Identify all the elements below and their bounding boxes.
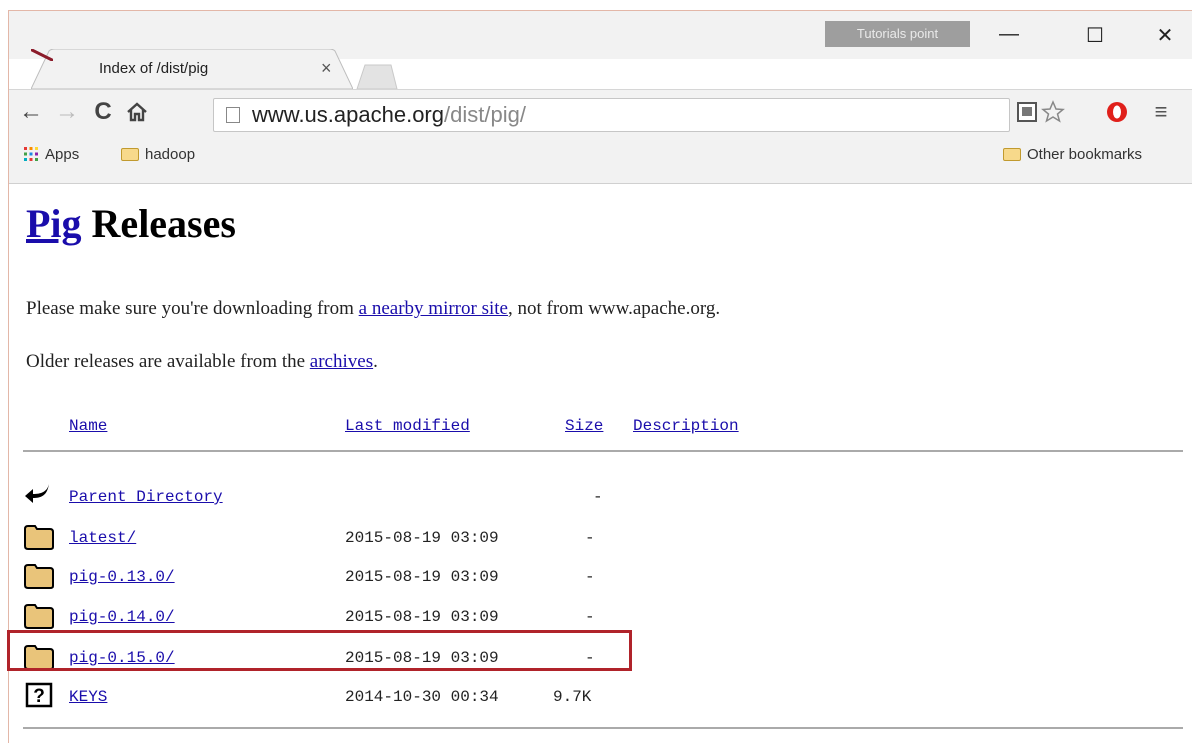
mirror-notice-text: Please make sure you're downloading from <box>26 298 359 319</box>
mirror-notice: Please make sure you're downloading from… <box>26 298 720 320</box>
latest-link[interactable]: latest/ <box>69 529 136 547</box>
page-icon <box>226 107 240 123</box>
column-modified-header[interactable]: Last modified <box>345 417 470 435</box>
opera-icon[interactable] <box>1103 98 1131 126</box>
apps-label: Apps <box>45 146 80 163</box>
column-size-header[interactable]: Size <box>565 417 603 435</box>
new-tab-button[interactable] <box>355 63 399 89</box>
url-text: www.us.apache.org/dist/pig/ <box>252 102 526 128</box>
menu-icon[interactable]: ≡ <box>1147 98 1175 126</box>
folder-icon <box>24 604 54 629</box>
folder-icon <box>1003 148 1021 161</box>
table-row: Parent Directory - <box>9 478 1192 516</box>
hadoop-bookmark[interactable]: hadoop <box>121 143 195 167</box>
mirror-notice-tail: , not from www.apache.org. <box>507 298 721 319</box>
folder-icon <box>24 564 54 589</box>
extension-icon[interactable] <box>1013 98 1041 126</box>
back-arrow-icon <box>25 484 49 503</box>
page-title: Pig Releases <box>26 200 236 247</box>
older-releases-period: . <box>373 351 378 372</box>
older-releases-notice: Older releases are available from the ar… <box>26 351 378 373</box>
tab-title: Index of /dist/pig <box>99 60 209 77</box>
close-window-button[interactable]: ✕ <box>1147 23 1183 47</box>
row-size: - <box>585 568 595 586</box>
other-bookmarks-label: Other bookmarks <box>1027 146 1143 163</box>
reload-icon[interactable]: C <box>89 98 117 126</box>
table-row: latest/ 2015-08-19 03:09 - <box>9 519 1192 557</box>
active-tab[interactable]: Index of /dist/pig × <box>31 49 353 89</box>
address-bar[interactable]: www.us.apache.org/dist/pig/ <box>213 98 1010 132</box>
hadoop-label: hadoop <box>145 146 196 163</box>
folder-icon <box>121 148 139 161</box>
pig-0-13-0-link[interactable]: pig-0.13.0/ <box>69 568 175 586</box>
row-date: 2014-10-30 00:34 <box>345 688 499 706</box>
row-date: 2015-08-19 03:09 <box>345 568 499 586</box>
minimize-button[interactable]: — <box>991 23 1027 47</box>
maximize-button[interactable]: ☐ <box>1077 23 1113 47</box>
row-size: - <box>593 488 603 506</box>
bookmarks-bar: Apps hadoop Other bookmarks <box>9 135 1192 184</box>
row-size: 9.7K <box>553 688 592 706</box>
keys-link[interactable]: KEYS <box>69 688 107 706</box>
apache-feather-icon <box>31 49 53 61</box>
row-date: 2015-08-19 03:09 <box>345 529 499 547</box>
column-description-header[interactable]: Description <box>633 417 739 435</box>
apps-grid-icon <box>24 147 38 161</box>
archives-link[interactable]: archives <box>310 351 373 372</box>
url-host: www.us.apache.org <box>252 102 444 127</box>
pig-0-14-0-link[interactable]: pig-0.14.0/ <box>69 608 175 626</box>
parent-directory-link[interactable]: Parent Directory <box>69 488 223 506</box>
row-size: - <box>585 608 595 626</box>
table-row: ? KEYS 2014-10-30 00:34 9.7K <box>9 678 1192 716</box>
apps-bookmark[interactable]: Apps <box>23 143 79 167</box>
table-top-divider <box>23 450 1183 452</box>
other-bookmarks[interactable]: Other bookmarks <box>1003 143 1142 167</box>
pig-link[interactable]: Pig <box>26 201 82 246</box>
older-releases-text: Older releases are available from the <box>26 351 310 372</box>
row-size: - <box>585 529 595 547</box>
table-bottom-divider <box>23 727 1183 729</box>
folder-icon <box>24 525 54 550</box>
unknown-file-icon: ? <box>25 682 53 708</box>
mirror-link[interactable]: a nearby mirror site <box>359 298 508 319</box>
home-icon[interactable] <box>123 98 151 126</box>
forward-arrow-icon[interactable]: → <box>53 98 81 126</box>
browser-toolbar: ← → C www.us.apache.org/dist/pig/ ≡ <box>9 89 1192 136</box>
highlight-box <box>7 630 632 671</box>
page-title-rest: Releases <box>81 201 236 246</box>
profile-badge: Tutorials point <box>825 21 970 47</box>
column-name-header[interactable]: Name <box>69 417 107 435</box>
table-row: pig-0.13.0/ 2015-08-19 03:09 - <box>9 558 1192 596</box>
bookmark-star-icon[interactable] <box>1039 98 1067 126</box>
svg-text:?: ? <box>33 686 45 707</box>
row-date: 2015-08-19 03:09 <box>345 608 499 626</box>
back-arrow-icon[interactable]: ← <box>17 98 45 126</box>
tab-close-icon[interactable]: × <box>321 58 332 79</box>
url-path: /dist/pig/ <box>444 102 526 127</box>
